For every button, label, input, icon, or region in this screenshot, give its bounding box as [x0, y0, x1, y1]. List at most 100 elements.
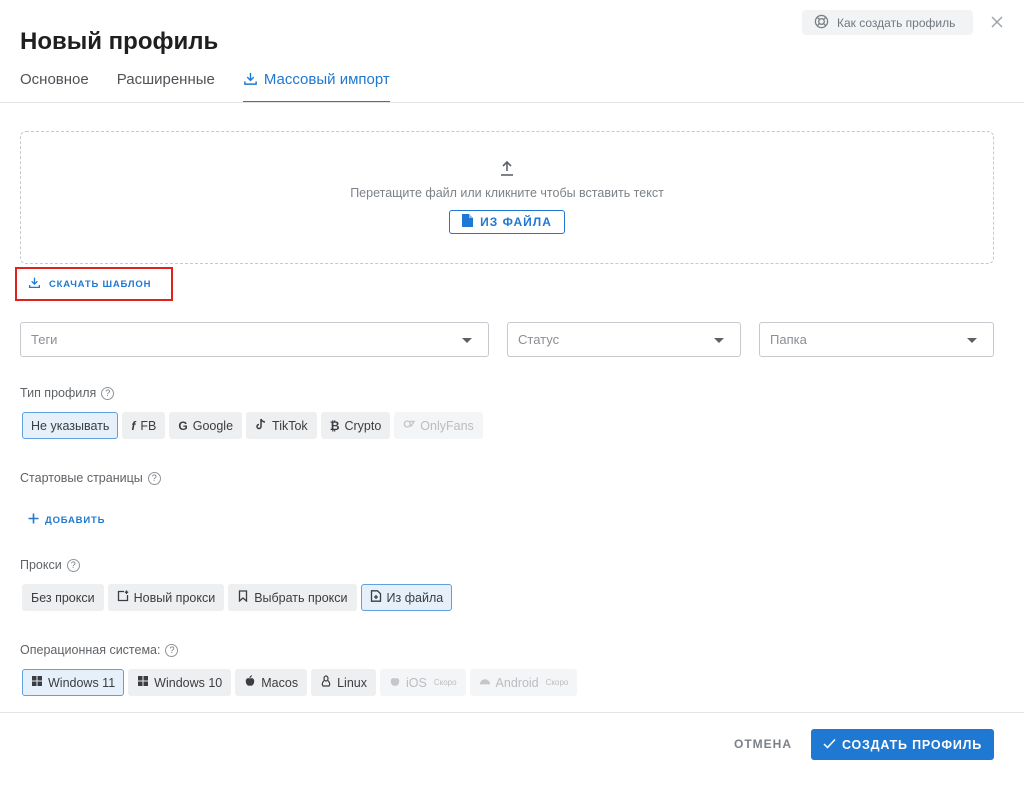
- file-drop-zone[interactable]: Перетащите файл или кликните чтобы встав…: [20, 131, 994, 264]
- tab-advanced-label: Расширенные: [116, 71, 215, 88]
- status-placeholder: Статус: [518, 332, 560, 347]
- chip-label: Windows 11: [48, 675, 116, 690]
- onlyfans-icon: [403, 418, 416, 433]
- chip-label: Android: [495, 675, 539, 690]
- chip-label: Linux: [337, 675, 367, 690]
- proxy-select[interactable]: Выбрать прокси: [228, 584, 357, 611]
- plus-icon: [28, 513, 39, 527]
- close-icon[interactable]: [988, 13, 1006, 31]
- create-profile-label: СОЗДАТЬ ПРОФИЛЬ: [842, 737, 982, 752]
- create-profile-button[interactable]: СОЗДАТЬ ПРОФИЛЬ: [811, 729, 994, 760]
- add-start-page-label: ДОБАВИТЬ: [45, 514, 106, 526]
- tab-advanced[interactable]: Расширенные: [117, 66, 215, 103]
- drop-zone-text: Перетащите файл или кликните чтобы встав…: [350, 186, 664, 200]
- download-template-label: СКАЧАТЬ ШАБЛОН: [49, 278, 152, 290]
- profile-type-label: Тип профиля ?: [20, 386, 115, 400]
- os-options: Windows 11 Windows 10 Macos Linux iOS Ск…: [22, 669, 578, 696]
- footer-divider: [0, 712, 1024, 713]
- coming-soon-badge: Скоро: [433, 678, 457, 687]
- profile-type-label-text: Тип профиля: [20, 386, 97, 400]
- os-label-text: Операционная система:: [20, 643, 161, 657]
- os-android: Android Скоро: [469, 669, 578, 696]
- chip-label: OnlyFans: [420, 418, 474, 433]
- windows-icon: [31, 675, 43, 690]
- os-macos[interactable]: Macos: [235, 669, 308, 696]
- proxy-new[interactable]: Новый прокси: [107, 584, 225, 611]
- chip-label: Из файла: [386, 590, 444, 605]
- os-linux[interactable]: Linux: [311, 669, 376, 696]
- file-icon: [462, 214, 474, 230]
- chip-label: TikTok: [272, 418, 308, 433]
- tags-placeholder: Теги: [31, 332, 58, 347]
- how-to-create-profile-button[interactable]: Как создать профиль: [802, 10, 973, 35]
- chip-label: Windows 10: [154, 675, 223, 690]
- android-icon: [479, 675, 491, 690]
- profile-type-crypto[interactable]: ₿ Crypto: [320, 412, 391, 439]
- tab-mass-import[interactable]: Массовый импорт: [242, 66, 390, 103]
- chip-label: FB: [140, 418, 157, 433]
- chip-label: Macos: [261, 675, 299, 690]
- apple-icon: [244, 675, 256, 690]
- tab-bar: Основное Расширенные Массовый импорт: [20, 66, 390, 103]
- status-select[interactable]: Статус: [507, 322, 741, 357]
- proxy-options: Без прокси Новый прокси Выбрать прокси И…: [22, 584, 453, 611]
- tabs-divider: [0, 102, 1024, 103]
- how-to-create-profile-label: Как создать профиль: [837, 15, 956, 30]
- download-icon: [243, 71, 258, 90]
- chevron-down-icon: [714, 338, 724, 343]
- file-add-icon: [370, 590, 382, 605]
- apple-icon: [389, 675, 401, 690]
- tiktok-icon: [255, 418, 267, 433]
- profile-type-fb[interactable]: f FB: [122, 412, 166, 439]
- chip-label: iOS: [405, 675, 427, 690]
- chip-label: Новый прокси: [133, 590, 216, 605]
- help-icon[interactable]: ?: [147, 471, 161, 485]
- upload-icon: [499, 160, 515, 178]
- from-file-label: ИЗ ФАЙЛА: [480, 215, 552, 229]
- chevron-down-icon: [462, 338, 472, 343]
- proxy-label-text: Прокси: [20, 558, 62, 572]
- chip-label: Crypto: [344, 418, 382, 433]
- bitcoin-icon: ₿: [329, 418, 340, 433]
- tab-basic-label: Основное: [20, 71, 89, 88]
- os-windows-11[interactable]: Windows 11: [22, 669, 125, 696]
- google-icon: G: [178, 418, 188, 433]
- os-windows-10[interactable]: Windows 10: [128, 669, 232, 696]
- proxy-none[interactable]: Без прокси: [22, 584, 104, 611]
- lifebuoy-icon: [814, 14, 829, 32]
- from-file-button[interactable]: ИЗ ФАЙЛА: [449, 210, 565, 234]
- start-pages-label-text: Стартовые страницы: [20, 471, 143, 485]
- proxy-from-file[interactable]: Из файла: [360, 584, 453, 611]
- download-template-link[interactable]: СКАЧАТЬ ШАБЛОН: [28, 276, 151, 292]
- chip-label: Google: [192, 418, 234, 433]
- add-start-page-button[interactable]: ДОБАВИТЬ: [28, 513, 105, 527]
- check-icon: [823, 738, 836, 752]
- help-icon[interactable]: ?: [165, 643, 179, 657]
- folder-select[interactable]: Папка: [759, 322, 994, 357]
- folder-placeholder: Папка: [770, 332, 807, 347]
- profile-type-none[interactable]: Не указывать: [22, 412, 119, 439]
- help-icon[interactable]: ?: [66, 558, 80, 572]
- page-title: Новый профиль: [20, 28, 219, 55]
- chevron-down-icon: [967, 338, 977, 343]
- windows-icon: [137, 675, 149, 690]
- facebook-icon: f: [131, 418, 136, 433]
- tags-select[interactable]: Теги: [20, 322, 489, 357]
- proxy-label: Прокси ?: [20, 558, 80, 572]
- chip-label: Без прокси: [31, 590, 95, 605]
- coming-soon-badge: Скоро: [545, 678, 569, 687]
- linux-icon: [320, 675, 332, 690]
- profile-type-options: Не указывать f FB G Google TikTok ₿ Cryp…: [22, 412, 483, 439]
- tab-basic[interactable]: Основное: [20, 66, 89, 103]
- profile-type-tiktok[interactable]: TikTok: [246, 412, 317, 439]
- start-pages-label: Стартовые страницы ?: [20, 471, 161, 485]
- chip-label: Не указывать: [31, 418, 110, 433]
- download-icon: [28, 276, 41, 292]
- bookmark-icon: [237, 590, 249, 605]
- os-ios: iOS Скоро: [379, 669, 466, 696]
- help-icon[interactable]: ?: [101, 386, 115, 400]
- tab-mass-import-label: Массовый импорт: [263, 71, 390, 88]
- chip-label: Выбрать прокси: [254, 590, 348, 605]
- profile-type-google[interactable]: G Google: [169, 412, 243, 439]
- cancel-button[interactable]: ОТМЕНА: [734, 737, 792, 751]
